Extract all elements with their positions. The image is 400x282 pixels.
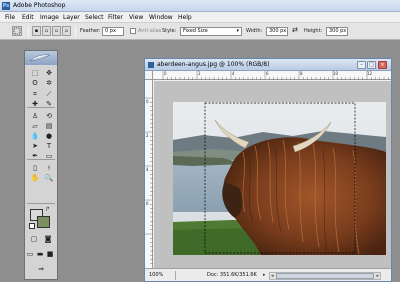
options-separator xyxy=(75,26,76,37)
antialias-label: Anti-alias xyxy=(138,28,162,34)
menu-filter[interactable]: Filter xyxy=(108,14,123,21)
zoom-tool[interactable]: 🔍 xyxy=(43,173,55,183)
menu-select[interactable]: Select xyxy=(85,14,104,21)
rectangular-marquee-tool[interactable]: ⬚ xyxy=(29,68,41,78)
intersect-selection-button[interactable]: ▫ xyxy=(62,26,71,36)
scrollbar-thumb[interactable] xyxy=(276,273,374,279)
history-brush-tool[interactable]: ⟲ xyxy=(43,111,55,121)
status-menu-arrow-icon[interactable]: ▸ xyxy=(263,272,266,278)
app-titlebar: Ps Adobe Photoshop xyxy=(0,0,400,12)
options-bar: ▪ ▫ ▫ ▫ Feather: 0 px Anti-alias Style: … xyxy=(0,23,400,40)
photoshop-app-icon: Ps xyxy=(2,2,10,10)
scroll-left-icon[interactable]: ◂ xyxy=(271,273,274,279)
dodge-tool[interactable]: ● xyxy=(43,131,55,141)
menu-help[interactable]: Help xyxy=(178,14,192,21)
document-size-info: Doc: 351.6K/351.6K xyxy=(207,272,257,278)
ruler-ticks xyxy=(145,97,153,264)
new-selection-button[interactable]: ▪ xyxy=(32,26,41,36)
status-bar: 100% Doc: 351.6K/351.6K ▸ ◂ ▸ xyxy=(145,268,391,281)
menu-image[interactable]: Image xyxy=(40,14,59,21)
standard-screen-mode-icon[interactable]: ▭ xyxy=(25,249,35,259)
canvas-area[interactable] xyxy=(154,81,391,268)
eraser-tool[interactable]: ▱ xyxy=(29,121,41,131)
add-selection-icon: ▫ xyxy=(44,28,49,34)
minimize-button[interactable]: – xyxy=(357,61,366,69)
quick-mask-icon[interactable]: ◙ xyxy=(42,234,54,244)
menu-view[interactable]: View xyxy=(129,14,143,21)
feather-icon xyxy=(29,54,51,62)
marquee-preset-icon xyxy=(13,27,21,35)
hand-tool[interactable]: ✋ xyxy=(29,173,41,183)
height-label: Height: xyxy=(304,28,323,34)
swap-colors-icon[interactable]: ↱ xyxy=(45,206,50,213)
horizontal-scrollbar[interactable]: ◂ ▸ xyxy=(269,272,381,280)
tool-preset-picker[interactable] xyxy=(12,26,22,36)
jump-to-imageready-icon[interactable]: ⇒ xyxy=(35,264,47,274)
type-tool[interactable]: T xyxy=(43,141,55,151)
style-select[interactable]: Fixed Size ▾ xyxy=(180,27,242,36)
toolbox-header[interactable] xyxy=(25,51,57,65)
feather-label: Feather: xyxy=(80,28,101,34)
chevron-down-icon: ▾ xyxy=(236,28,239,34)
height-input[interactable]: 300 px xyxy=(326,27,348,36)
subtract-selection-button[interactable]: ▫ xyxy=(52,26,61,36)
gradient-tool[interactable]: ▤ xyxy=(43,121,55,131)
maximize-button[interactable]: □ xyxy=(367,61,376,69)
vertical-ruler[interactable]: 0 2 4 6 xyxy=(145,80,153,268)
background-color-swatch[interactable] xyxy=(37,216,50,228)
menu-bar: File Edit Image Layer Select Filter View… xyxy=(0,12,400,23)
magic-wand-tool[interactable]: ✲ xyxy=(43,78,55,88)
style-value: Fixed Size xyxy=(183,28,208,34)
options-separator xyxy=(28,26,29,37)
style-label: Style: xyxy=(162,28,177,34)
new-selection-icon: ▪ xyxy=(34,28,39,34)
toolbox-separator xyxy=(27,159,55,160)
default-colors-icon[interactable] xyxy=(29,223,35,229)
minimize-icon: – xyxy=(360,62,363,68)
clone-stamp-tool[interactable]: ♙ xyxy=(29,111,41,121)
scroll-right-icon[interactable]: ▸ xyxy=(376,273,379,279)
document-titlebar[interactable]: aberdeen-angus.jpg @ 100% (RGB/8) – □ × xyxy=(145,59,391,71)
feather-input[interactable]: 0 px xyxy=(102,27,124,36)
toolbox-panel: ⬚ ✥ ʘ ✲ ⌗ ⟋ ✚ ✎ ♙ ⟲ ▱ ▤ 💧 ● ➤ T ✒ ▭ ▯ ⟊ ✋ 🔍 ↱ ▢ ◙ ▭ ▬ ■ ⇒ xyxy=(24,50,58,280)
toolbox-separator xyxy=(27,107,55,108)
menu-edit[interactable]: Edit xyxy=(22,14,34,21)
document-window: aberdeen-angus.jpg @ 100% (RGB/8) – □ × … xyxy=(144,58,392,282)
menu-file[interactable]: File xyxy=(5,14,15,21)
lasso-tool[interactable]: ʘ xyxy=(29,78,41,88)
full-screen-menu-mode-icon[interactable]: ▬ xyxy=(35,249,45,259)
crop-tool[interactable]: ⌗ xyxy=(29,89,41,99)
standard-mode-icon[interactable]: ▢ xyxy=(28,234,40,244)
horizontal-ruler[interactable]: 0 2 4 6 8 10 12 xyxy=(153,71,391,80)
toolbox-separator xyxy=(27,203,55,204)
maximize-icon: □ xyxy=(369,62,374,68)
menu-window[interactable]: Window xyxy=(149,14,173,21)
document-icon xyxy=(148,62,154,68)
blur-tool[interactable]: 💧 xyxy=(29,131,41,141)
ruler-ticks xyxy=(162,71,389,80)
eyedropper-tool[interactable]: ⟊ xyxy=(43,163,55,173)
add-to-selection-button[interactable]: ▫ xyxy=(42,26,51,36)
notes-tool[interactable]: ▯ xyxy=(29,163,41,173)
app-title: Adobe Photoshop xyxy=(13,2,66,9)
highland-cattle-photo[interactable] xyxy=(173,102,386,255)
close-button[interactable]: × xyxy=(378,61,387,69)
move-tool[interactable]: ✥ xyxy=(43,68,55,78)
full-screen-mode-icon[interactable]: ■ xyxy=(45,249,55,259)
slice-tool[interactable]: ⟋ xyxy=(43,89,55,99)
intersect-selection-icon: ▫ xyxy=(64,28,69,34)
width-input[interactable]: 300 px xyxy=(266,27,288,36)
swap-dimensions-icon[interactable]: ⇄ xyxy=(292,26,298,34)
width-label: Width: xyxy=(246,28,263,34)
status-separator xyxy=(175,271,176,280)
path-selection-tool[interactable]: ➤ xyxy=(29,141,41,151)
close-icon: × xyxy=(380,62,385,68)
antialias-checkbox[interactable] xyxy=(130,28,136,34)
subtract-selection-icon: ▫ xyxy=(54,28,59,34)
zoom-level-field[interactable]: 100% xyxy=(149,272,171,280)
document-title: aberdeen-angus.jpg @ 100% (RGB/8) xyxy=(157,61,270,68)
menu-layer[interactable]: Layer xyxy=(63,14,80,21)
ruler-origin[interactable] xyxy=(145,71,153,80)
